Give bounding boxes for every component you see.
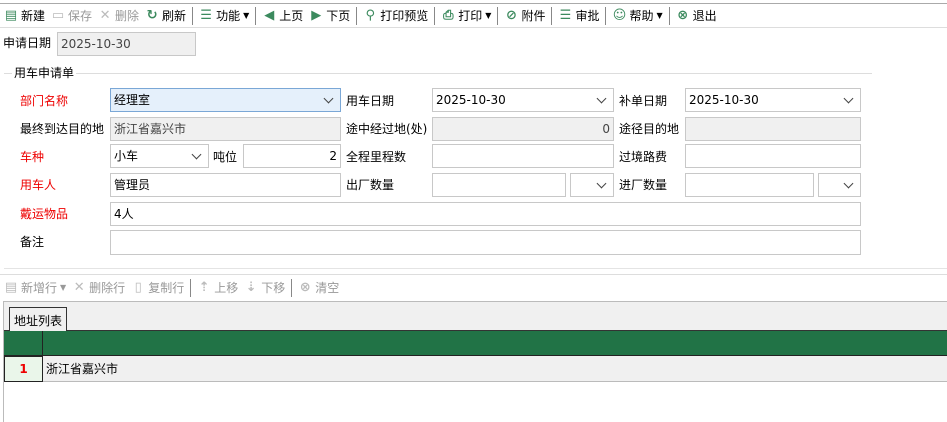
grid-header xyxy=(4,331,947,356)
in-qty-field[interactable] xyxy=(685,173,814,197)
car-type-select[interactable]: 小车 xyxy=(110,144,209,168)
new-doc-icon: ▤ xyxy=(4,7,18,23)
exit-button[interactable]: ⊗ 退出 xyxy=(676,7,716,24)
arrow-up-icon: ⇡ xyxy=(198,279,210,295)
print-preview-button[interactable]: ⚲ 打印预览 xyxy=(363,7,429,24)
in-qty-label: 进厂数量 xyxy=(619,178,668,192)
user-label: 用车人 xyxy=(20,178,57,192)
grid-panel: 地址列表 1 浙江省嘉兴市 xyxy=(3,301,947,422)
delete-button[interactable]: ✕ 删除 xyxy=(98,7,139,24)
grid-toolbar: ▤ 新增行 ▼ ✕ 删除行 ▯ 复制行 ⇡ 上移 ⇣ 下移 ⊗ 清空 xyxy=(0,274,947,300)
caret-down-icon: ▼ xyxy=(243,11,250,20)
tab-address-list[interactable]: 地址列表 xyxy=(9,307,68,332)
attachment-icon: ⊘ xyxy=(506,7,517,23)
delete-row-button[interactable]: ✕ 删除行 xyxy=(72,279,125,296)
list-icon: ☰ xyxy=(200,7,212,23)
function-menu[interactable]: ☰ 功能 ▼ xyxy=(199,7,249,24)
apply-date-field[interactable]: 2025-10-30 xyxy=(57,32,196,56)
print-preview-icon: ⚲ xyxy=(365,7,376,23)
approve-button[interactable]: ☰ 审批 xyxy=(558,7,600,24)
caret-down-icon: ▼ xyxy=(60,283,67,292)
divider xyxy=(4,268,947,269)
divider xyxy=(551,6,553,25)
add-row-button[interactable]: ▤ 新增行 ▼ xyxy=(4,279,66,296)
delete-icon: ✕ xyxy=(73,279,85,295)
divider xyxy=(434,6,436,25)
via-dest-label: 途径目的地 xyxy=(619,122,680,136)
next-page-button[interactable]: ▶ 下页 xyxy=(309,7,350,24)
save-icon: ▭ xyxy=(51,7,65,23)
user-field[interactable]: 管理员 xyxy=(110,173,341,197)
move-down-button[interactable]: ⇣ 下移 xyxy=(244,279,285,296)
caret-down-icon: ▼ xyxy=(485,11,492,20)
table-row[interactable]: 1 浙江省嘉兴市 xyxy=(4,356,947,382)
cargo-field[interactable]: 4人 xyxy=(110,202,861,226)
divider xyxy=(497,6,499,25)
print-icon: ⎙ xyxy=(443,7,454,23)
tonnage-label: 吨位 xyxy=(213,150,238,164)
toll-field[interactable] xyxy=(685,144,861,168)
dest-field[interactable]: 浙江省嘉兴市 xyxy=(110,117,341,141)
tonnage-field[interactable]: 2 xyxy=(243,144,341,168)
help-icon: ☺ xyxy=(612,7,627,23)
out-qty-unit-select[interactable] xyxy=(570,173,614,197)
divider xyxy=(192,6,194,25)
divider xyxy=(291,278,293,297)
print-button[interactable]: ⎙ 打印 ▼ xyxy=(441,7,491,24)
remark-field[interactable] xyxy=(110,230,861,255)
main-toolbar: ▤ 新建 ▭ 保存 ✕ 删除 ↻ 刷新 ☰ 功能 ▼ ◀ 上页 ▶ 下页 ⚲ 打印预览 ⎙ 打印 ▼ … xyxy=(0,3,947,28)
next-icon: ▶ xyxy=(311,7,322,23)
divider xyxy=(668,6,670,25)
out-qty-label: 出厂数量 xyxy=(346,178,395,192)
attachment-button[interactable]: ⊘ 附件 xyxy=(504,7,545,24)
prev-icon: ◀ xyxy=(264,7,275,23)
row-number: 1 xyxy=(4,356,43,382)
clear-icon: ⊗ xyxy=(299,279,311,295)
delete-icon: ✕ xyxy=(99,7,111,23)
supp-date-label: 补单日期 xyxy=(619,94,668,108)
copy-row-button[interactable]: ▯ 复制行 xyxy=(131,279,185,296)
divider xyxy=(605,6,607,25)
use-date-picker[interactable]: 2025-10-30 xyxy=(432,88,614,112)
address-cell[interactable]: 浙江省嘉兴市 xyxy=(46,356,118,382)
group-border xyxy=(4,73,872,74)
divider xyxy=(356,6,358,25)
in-qty-unit-select[interactable] xyxy=(818,173,861,197)
help-menu[interactable]: ☺ 帮助 ▼ xyxy=(612,7,663,24)
clear-button[interactable]: ⊗ 清空 xyxy=(298,279,339,296)
out-qty-field[interactable] xyxy=(432,173,566,197)
caret-down-icon: ▼ xyxy=(656,11,663,20)
arrow-down-icon: ⇣ xyxy=(245,279,257,295)
refresh-button[interactable]: ↻ 刷新 xyxy=(145,7,186,24)
toll-label: 过境路费 xyxy=(619,150,668,164)
use-date-label: 用车日期 xyxy=(346,94,395,108)
new-row-icon: ▤ xyxy=(4,279,18,295)
dept-label: 部门名称 xyxy=(20,94,69,108)
via-count-label: 途中经过地(处) xyxy=(346,122,428,136)
via-dest-field[interactable] xyxy=(685,117,861,141)
move-up-button[interactable]: ⇡ 上移 xyxy=(197,279,238,296)
apply-date-label: 申请日期 xyxy=(3,36,52,50)
exit-icon: ⊗ xyxy=(677,7,689,23)
supp-date-picker[interactable]: 2025-10-30 xyxy=(685,88,861,112)
dest-label: 最终到达目的地 xyxy=(20,122,105,136)
approve-icon: ☰ xyxy=(559,7,572,23)
remark-label: 备注 xyxy=(20,235,45,249)
via-count-field[interactable]: 0 xyxy=(432,117,614,141)
tab-strip xyxy=(4,302,947,331)
copy-icon: ▯ xyxy=(134,279,142,295)
mileage-label: 全程里程数 xyxy=(346,150,407,164)
divider xyxy=(190,278,192,297)
form-title: 用车申请单 xyxy=(12,66,77,80)
dept-select[interactable]: 经理室 xyxy=(110,88,341,112)
save-button[interactable]: ▭ 保存 xyxy=(51,7,92,24)
mileage-field[interactable] xyxy=(432,144,614,168)
header-divider xyxy=(42,331,43,356)
divider xyxy=(255,6,257,25)
refresh-icon: ↻ xyxy=(146,7,158,23)
new-button[interactable]: ▤ 新建 xyxy=(4,7,45,24)
prev-page-button[interactable]: ◀ 上页 xyxy=(262,7,303,24)
car-type-label: 车种 xyxy=(20,150,45,164)
cargo-label: 戴运物品 xyxy=(20,207,69,221)
